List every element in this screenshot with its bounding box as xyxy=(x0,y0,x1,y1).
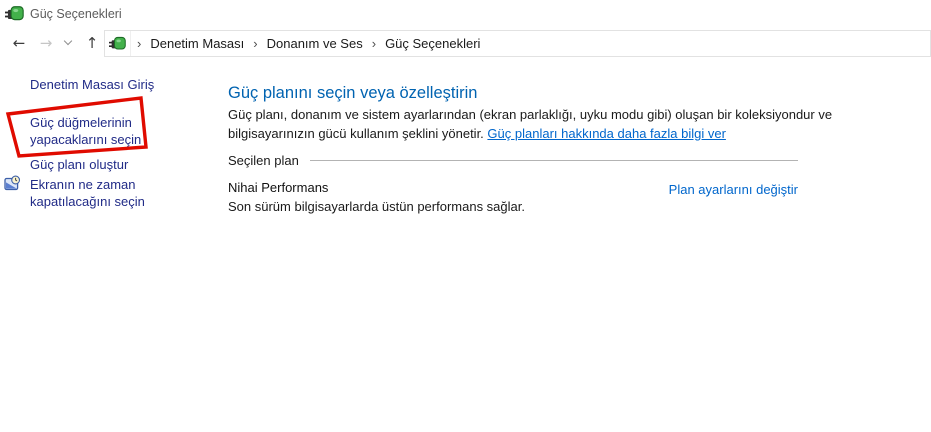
breadcrumb-item-guc-secenekleri[interactable]: Güç Seçenekleri xyxy=(382,35,483,52)
page-title: Güç planını seçin veya özelleştirin xyxy=(228,84,478,102)
power-plug-icon xyxy=(5,4,24,23)
display-clock-icon xyxy=(4,175,21,192)
back-button[interactable]: ← xyxy=(6,31,32,55)
selected-plan-row: Nihai Performans Son sürüm bilgisayarlar… xyxy=(228,180,798,214)
breadcrumb-separator-icon: › xyxy=(253,36,258,51)
sidebar-link-choose-power-button-actions[interactable]: Güç düğmelerinin yapacaklarını seçin xyxy=(30,114,182,148)
power-plug-icon[interactable] xyxy=(105,31,131,56)
selected-plan-section-header: Seçilen plan xyxy=(228,153,798,168)
chevron-down-icon xyxy=(63,36,73,46)
section-label: Seçilen plan xyxy=(228,153,299,168)
section-divider xyxy=(309,160,798,161)
sidebar-link-choose-when-display-off[interactable]: Ekranın ne zaman kapatılacağını seçin xyxy=(30,176,182,210)
forward-button[interactable]: → xyxy=(33,31,59,55)
breadcrumb-item-donanim-ve-ses[interactable]: Donanım ve Ses xyxy=(264,35,366,52)
address-bar[interactable]: › Denetim Masası › Donanım ve Ses › Güç … xyxy=(104,30,931,57)
plan-description: Son sürüm bilgisayarlarda üstün performa… xyxy=(228,199,525,214)
title-bar: Güç Seçenekleri xyxy=(0,0,931,28)
breadcrumb-separator-icon: › xyxy=(371,36,377,51)
sidebar-link-create-power-plan[interactable]: Güç planı oluştur xyxy=(30,156,182,173)
sidebar-link-control-panel-home[interactable]: Denetim Masası Giriş xyxy=(30,76,182,93)
change-plan-settings-link[interactable]: Plan ayarlarını değiştir xyxy=(669,182,798,197)
breadcrumb-item-denetim-masasi[interactable]: Denetim Masası xyxy=(147,35,247,52)
breadcrumb-separator-icon: › xyxy=(137,36,142,51)
learn-more-link[interactable]: Güç planları hakkında daha fazla bilgi v… xyxy=(487,126,725,141)
recent-locations-dropdown[interactable] xyxy=(62,36,74,49)
window-title: Güç Seçenekleri xyxy=(30,7,122,21)
intro-paragraph: Güç planı, donanım ve sistem ayarlarında… xyxy=(228,106,848,143)
navigation-toolbar: ← → ↑ › Denetim Masası › Donanım ve Ses … xyxy=(0,28,931,58)
up-button[interactable]: ↑ xyxy=(79,31,105,55)
